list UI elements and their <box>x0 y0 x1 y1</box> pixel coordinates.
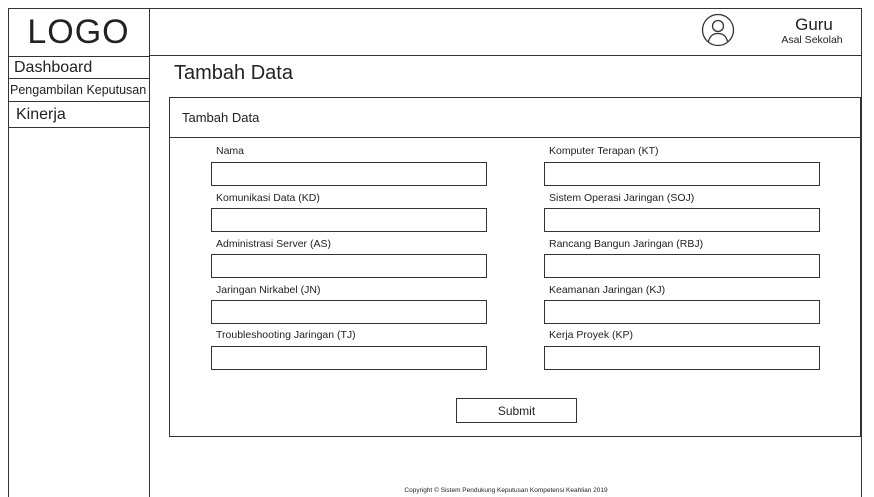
nama-input[interactable] <box>211 162 487 186</box>
rbj-input[interactable] <box>544 254 820 278</box>
soj-input[interactable] <box>544 208 820 232</box>
sidebar-item-pengambilan-keputusan[interactable]: Pengambilan Keputusan <box>8 79 149 102</box>
user-school: Asal Sekolah <box>781 34 843 46</box>
user-circle-icon[interactable] <box>701 13 735 47</box>
jn-input[interactable] <box>211 300 487 324</box>
sidebar-item-kinerja[interactable]: Kinerja <box>8 102 149 128</box>
sidebar-item-dashboard[interactable]: Dashboard <box>8 57 149 79</box>
logo: LOGO <box>8 8 149 57</box>
kd-input[interactable] <box>211 208 487 232</box>
card-title: Tambah Data <box>170 98 860 138</box>
footer-copyright: Copyright © Sistem Pendukung Keputusan K… <box>404 487 608 494</box>
field-label-jn: Jaringan Nirkabel (JN) <box>216 284 321 296</box>
field-label-tj: Troubleshooting Jaringan (TJ) <box>216 329 356 341</box>
field-label-rbj: Rancang Bangun Jaringan (RBJ) <box>549 238 704 250</box>
field-label-nama: Nama <box>216 145 245 157</box>
field-label-as: Administrasi Server (AS) <box>216 238 331 250</box>
field-label-kd: Komunikasi Data (KD) <box>216 192 320 204</box>
tj-input[interactable] <box>211 346 487 370</box>
kj-input[interactable] <box>544 300 820 324</box>
submit-button[interactable]: Submit <box>456 398 577 423</box>
sidebar: LOGO Dashboard Pengambilan Keputusan Kin… <box>8 8 150 497</box>
kt-input[interactable] <box>544 162 820 186</box>
field-label-soj: Sistem Operasi Jaringan (SOJ) <box>549 192 695 204</box>
field-label-kp: Kerja Proyek (KP) <box>549 329 634 341</box>
as-input[interactable] <box>211 254 487 278</box>
user-name: Guru <box>795 15 833 34</box>
kp-input[interactable] <box>544 346 820 370</box>
page-title: Tambah Data <box>174 62 293 84</box>
field-label-kt: Komputer Terapan (KT) <box>549 145 659 157</box>
top-header: Guru Asal Sekolah <box>150 8 862 56</box>
field-label-kj: Keamanan Jaringan (KJ) <box>549 284 666 296</box>
